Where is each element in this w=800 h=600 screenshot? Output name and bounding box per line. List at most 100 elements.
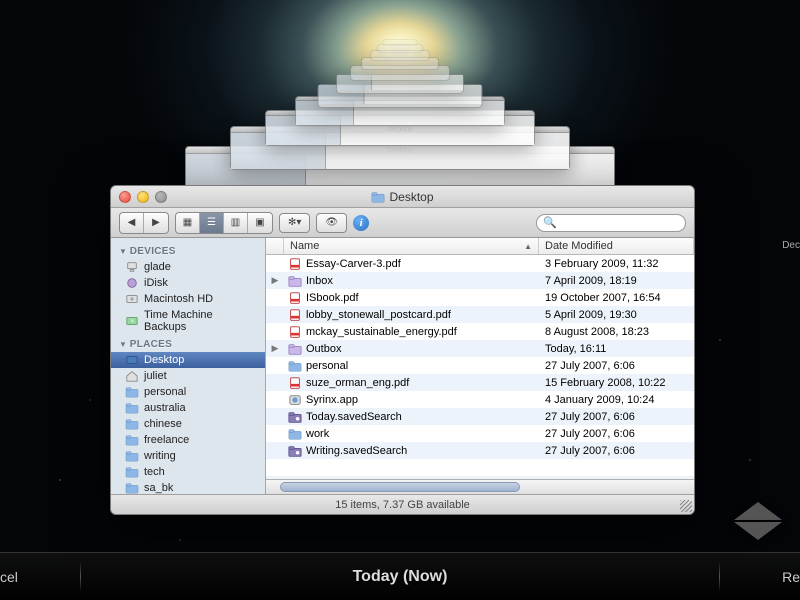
list-view-button[interactable]: ☰ (200, 213, 224, 233)
file-name: Essay-Carver-3.pdf (306, 258, 401, 270)
file-date: 27 July 2007, 6:06 (539, 428, 694, 440)
window-titlebar[interactable]: Desktop (111, 186, 694, 208)
minimize-button[interactable] (137, 191, 149, 203)
file-date: 8 August 2008, 18:23 (539, 326, 694, 338)
action-menu-button[interactable]: ✻▾ (279, 213, 310, 233)
file-date: 5 April 2009, 19:30 (539, 309, 694, 321)
restore-button[interactable]: Re (782, 569, 800, 585)
scroll-thumb[interactable] (280, 482, 520, 492)
snapshot-back-arrow[interactable] (734, 502, 782, 520)
file-name: Syrinx.app (306, 394, 358, 406)
sidebar-item-freelance[interactable]: freelance (111, 432, 265, 448)
sidebar-item-juliet[interactable]: juliet (111, 368, 265, 384)
timeline-tick-label: Dec (782, 240, 800, 251)
file-date: 15 February 2008, 10:22 (539, 377, 694, 389)
file-row[interactable]: Today.savedSearch 27 July 2007, 6:06 (266, 408, 694, 425)
file-date: 19 October 2007, 16:54 (539, 292, 694, 304)
sidebar-item-label: writing (144, 450, 176, 462)
search-input[interactable] (557, 217, 699, 229)
icon-view-button[interactable]: ▦ (176, 213, 200, 233)
file-date: Today, 16:11 (539, 343, 694, 355)
file-date: 27 July 2007, 6:06 (539, 445, 694, 457)
resize-grip[interactable] (680, 500, 692, 512)
sidebar-item-idisk[interactable]: iDisk (111, 275, 265, 291)
file-name: Writing.savedSearch (306, 445, 407, 457)
column-date[interactable]: Date Modified (539, 238, 694, 254)
sidebar-section-places[interactable]: PLACES (111, 335, 265, 352)
snapshot-forward-arrow[interactable] (734, 522, 782, 540)
horizontal-scrollbar[interactable] (266, 479, 694, 494)
sidebar-item-label: tech (144, 466, 165, 478)
file-row[interactable]: personal 27 July 2007, 6:06 (266, 357, 694, 374)
disclosure-triangle[interactable]: ▶ (266, 343, 284, 354)
window-title: Desktop (111, 190, 694, 204)
sidebar-item-australia[interactable]: australia (111, 400, 265, 416)
finder-toolbar: ◀ ▶ ▦ ☰ ▥ ▣ ✻▾ 👁 i 🔍 (111, 208, 694, 238)
status-bar: 15 items, 7.37 GB available (111, 494, 694, 514)
finder-sidebar: DEVICES glade iDisk Macintosh HDTime Machi… (111, 238, 266, 494)
file-row[interactable]: work 27 July 2007, 6:06 (266, 425, 694, 442)
nav-back-forward: ◀ ▶ (119, 212, 169, 234)
close-button[interactable] (119, 191, 131, 203)
sidebar-item-tech[interactable]: tech (111, 464, 265, 480)
file-name: ISbook.pdf (306, 292, 359, 304)
back-button[interactable]: ◀ (120, 213, 144, 233)
sidebar-section-devices[interactable]: DEVICES (111, 242, 265, 259)
disclosure-triangle[interactable]: ▶ (266, 275, 284, 286)
sidebar-item-label: juliet (144, 370, 167, 382)
file-name: Inbox (306, 275, 333, 287)
file-name: suze_orman_eng.pdf (306, 377, 409, 389)
column-headers: Name▲ Date Modified (266, 238, 694, 255)
column-view-button[interactable]: ▥ (224, 213, 248, 233)
file-date: 3 February 2009, 11:32 (539, 258, 694, 270)
file-row[interactable]: suze_orman_eng.pdf 15 February 2008, 10:2… (266, 374, 694, 391)
sidebar-item-desktop[interactable]: Desktop (111, 352, 265, 368)
search-field[interactable]: 🔍 (536, 214, 686, 232)
sidebar-item-macintosh-hd[interactable]: Macintosh HD (111, 291, 265, 307)
coverflow-view-button[interactable]: ▣ (248, 213, 272, 233)
file-date: 7 April 2009, 18:19 (539, 275, 694, 287)
file-date: 27 July 2007, 6:06 (539, 411, 694, 423)
file-list[interactable]: Essay-Carver-3.pdf 3 February 2009, 11:32… (266, 255, 694, 479)
file-name: work (306, 428, 329, 440)
sidebar-item-label: Desktop (144, 354, 184, 366)
sidebar-item-sa_bk[interactable]: sa_bk (111, 480, 265, 494)
empty-row (266, 459, 694, 476)
time-machine-bottom-bar: cel Today (Now) Re (0, 552, 800, 600)
finder-window: Desktop ◀ ▶ ▦ ☰ ▥ ▣ ✻▾ 👁 i 🔍 DEVICES gla… (110, 185, 695, 515)
file-row[interactable]: ▶ Inbox 7 April 2009, 18:19 (266, 272, 694, 289)
sidebar-item-label: personal (144, 386, 186, 398)
view-mode-selector: ▦ ☰ ▥ ▣ (175, 212, 273, 234)
file-row[interactable]: Syrinx.app 4 January 2009, 10:24 (266, 391, 694, 408)
file-row[interactable]: lobby_stonewall_postcard.pdf 5 April 2009… (266, 306, 694, 323)
finder-main-pane: Name▲ Date Modified Essay-Carver-3.pdf 3 … (266, 238, 694, 494)
file-date: 4 January 2009, 10:24 (539, 394, 694, 406)
file-name: Outbox (306, 343, 341, 355)
forward-button[interactable]: ▶ (144, 213, 168, 233)
cancel-button[interactable]: cel (0, 569, 18, 585)
info-icon[interactable]: i (353, 215, 369, 231)
search-icon: 🔍 (543, 216, 557, 229)
file-row[interactable]: Writing.savedSearch 27 July 2007, 6:06 (266, 442, 694, 459)
column-name[interactable]: Name▲ (284, 238, 539, 254)
file-row[interactable]: ▶ Outbox Today, 16:11 (266, 340, 694, 357)
sidebar-item-glade[interactable]: glade (111, 259, 265, 275)
sidebar-item-label: freelance (144, 434, 189, 446)
file-date: 27 July 2007, 6:06 (539, 360, 694, 372)
sidebar-item-label: chinese (144, 418, 182, 430)
sidebar-item-label: iDisk (144, 277, 168, 289)
sidebar-item-personal[interactable]: personal (111, 384, 265, 400)
file-row[interactable]: ISbook.pdf 19 October 2007, 16:54 (266, 289, 694, 306)
sidebar-item-time-machine-backups[interactable]: Time Machine Backups (111, 307, 265, 335)
sidebar-item-label: glade (144, 261, 171, 273)
sidebar-item-writing[interactable]: writing (111, 448, 265, 464)
zoom-button[interactable] (155, 191, 167, 203)
quicklook-button[interactable]: 👁 (316, 213, 347, 233)
time-machine-nav-arrows (734, 502, 782, 540)
file-row[interactable]: Essay-Carver-3.pdf 3 February 2009, 11:32 (266, 255, 694, 272)
file-name: personal (306, 360, 348, 372)
file-row[interactable]: mckay_sustainable_energy.pdf8 August 200… (266, 323, 694, 340)
file-name: lobby_stonewall_postcard.pdf (306, 309, 451, 321)
sidebar-item-chinese[interactable]: chinese (111, 416, 265, 432)
file-name: Today.savedSearch (306, 411, 402, 423)
